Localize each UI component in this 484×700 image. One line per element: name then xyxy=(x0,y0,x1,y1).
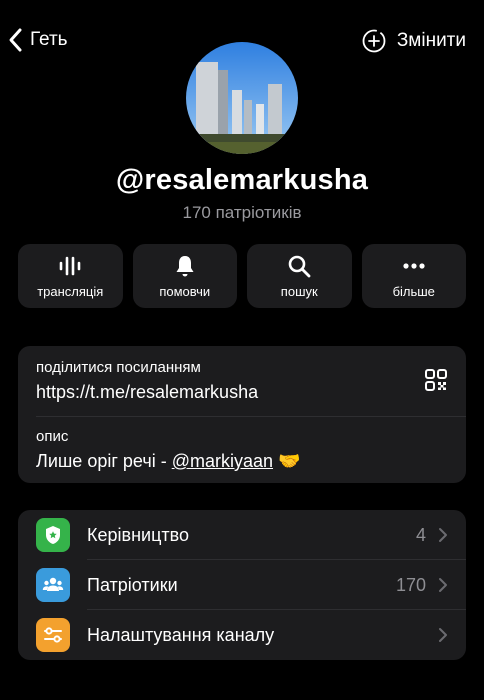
mention-link[interactable]: @markiyaan xyxy=(172,451,273,471)
subscribers-count: 170 xyxy=(395,574,426,595)
more-icon xyxy=(403,263,425,269)
chevron-right-icon xyxy=(439,578,447,592)
search-icon xyxy=(288,255,311,278)
admins-label: Керівництво xyxy=(87,524,189,545)
channel-avatar[interactable] xyxy=(186,42,298,154)
mute-label: помовчи xyxy=(159,284,211,299)
list-item-admins[interactable]: Керівництво 4 xyxy=(18,510,466,560)
info-divider xyxy=(36,416,466,417)
handshake-emoji: 🤝 xyxy=(278,451,301,471)
add-circle-icon[interactable] xyxy=(361,28,387,54)
sliders-icon xyxy=(44,627,62,643)
channel-info-screen: Геть Змінити @resalemarkusha 170 патріот… xyxy=(0,0,484,700)
description-label: опис xyxy=(36,428,69,445)
shield-star-icon xyxy=(46,526,60,544)
description-body: Лише оріг речі - xyxy=(36,451,172,471)
description-row: опис Лише оріг речі - @markiyaan 🤝 xyxy=(36,428,448,472)
admins-count: 4 xyxy=(415,524,426,545)
search-label: пошук xyxy=(280,284,318,299)
more-button[interactable]: більше xyxy=(361,244,466,308)
chevron-right-icon xyxy=(439,528,447,542)
info-card: поділитися посиланням https://t.me/resal… xyxy=(18,346,466,483)
chevron-left-icon xyxy=(9,28,22,52)
more-label: більше xyxy=(392,284,435,299)
list-item-channel-settings[interactable]: Налаштування каналу xyxy=(18,610,466,660)
channel-settings-label: Налаштування каналу xyxy=(87,624,275,645)
subscribers-label: Патріотики xyxy=(87,574,178,595)
share-link-row[interactable]: поділитися посиланням https://t.me/resal… xyxy=(36,359,448,403)
mute-button[interactable]: помовчи xyxy=(132,244,237,308)
list-item-subscribers[interactable]: Патріотики 170 xyxy=(18,560,466,610)
people-icon xyxy=(42,577,64,591)
share-link-value[interactable]: https://t.me/resalemarkusha xyxy=(36,382,448,403)
admins-badge xyxy=(36,518,70,552)
broadcast-label: трансляція xyxy=(37,284,104,299)
subscribers-badge xyxy=(36,568,70,602)
action-buttons: трансляція помовчи пошук більше xyxy=(18,244,466,308)
share-link-label: поділитися посиланням xyxy=(36,359,201,376)
qr-code-icon[interactable] xyxy=(424,368,448,392)
bell-icon xyxy=(176,256,194,277)
subscriber-count: 170 патріотиків xyxy=(182,203,302,222)
edit-label: Змінити xyxy=(396,30,466,51)
search-button[interactable]: пошук xyxy=(247,244,352,308)
back-button[interactable]: Геть xyxy=(8,27,68,53)
channel-settings-badge xyxy=(36,618,70,652)
chevron-right-icon xyxy=(439,628,447,642)
settings-list: Керівництво 4 Патріотики 170 Налаштуванн… xyxy=(18,510,466,660)
edit-button[interactable]: Змінити xyxy=(361,28,466,54)
avatar-image xyxy=(186,42,298,154)
broadcast-icon xyxy=(59,256,81,276)
channel-name: @resalemarkusha xyxy=(115,164,369,196)
back-label: Геть xyxy=(30,29,68,50)
broadcast-button[interactable]: трансляція xyxy=(18,244,123,308)
description-text: Лише оріг речі - @markiyaan 🤝 xyxy=(36,451,448,472)
